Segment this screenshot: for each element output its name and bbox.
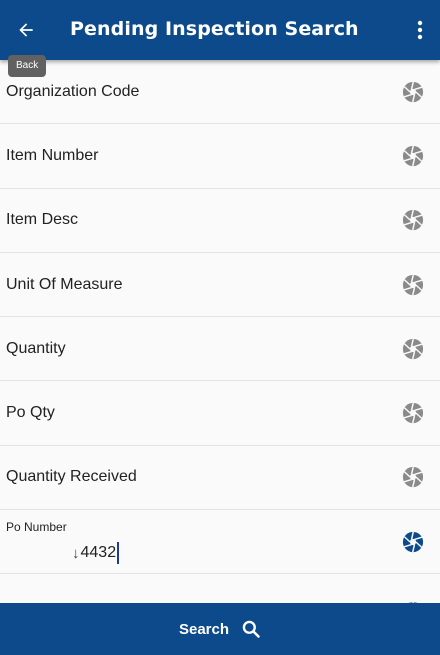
search-button-label: Search [178,620,230,638]
search-field-list: Organization Code Item Number Item Desc … [0,60,440,603]
back-button[interactable] [6,10,46,50]
field-label: Po Qty [6,404,55,422]
shutter-scan-icon[interactable] [402,338,424,360]
field-label: Item Number [6,146,99,164]
overflow-menu-button[interactable] [406,12,434,48]
field-row-item-number[interactable]: Item Number [0,124,440,189]
search-icon [242,620,260,638]
text-cursor [117,542,120,565]
shutter-scan-icon[interactable] [402,402,424,424]
field-row-organization-code[interactable]: Organization Code [0,60,440,125]
field-row-quantity-received[interactable]: Quantity Received [0,445,440,511]
po-number-input[interactable]: ↓ 4432 [72,540,120,566]
shutter-scan-icon[interactable] [402,145,424,167]
shutter-scan-icon[interactable] [402,81,424,103]
shutter-scan-icon[interactable] [402,274,424,296]
field-label: Organization Code [6,82,140,100]
po-number-label: Po Number [6,520,67,535]
page-title: Pending Inspection Search [70,18,359,40]
field-row-po-number[interactable]: Po Number ↓ 4432 [0,510,440,575]
field-label: Unit Of Measure [6,275,123,293]
app-bar: Pending Inspection Search [0,0,440,60]
more-vertical-icon [417,20,423,40]
shutter-scan-icon[interactable] [402,466,424,488]
field-row-item-desc[interactable]: Item Desc [0,188,440,253]
field-row-po-qty[interactable]: Po Qty [0,381,440,446]
po-number-value: 4432 [80,544,117,562]
field-label: Quantity Received [6,468,137,486]
field-row-unit-of-measure[interactable]: Unit Of Measure [0,252,440,318]
field-row-next[interactable] [0,574,440,603]
search-button[interactable]: Search [0,603,440,655]
field-label: Quantity [6,339,66,357]
arrow-left-icon [19,23,33,37]
arrow-down-icon: ↓ [72,544,80,562]
shutter-scan-icon[interactable] [402,531,424,553]
shutter-scan-icon[interactable] [402,209,424,231]
back-tooltip: Back [8,55,47,77]
field-row-quantity[interactable]: Quantity [0,317,440,382]
field-label: Item Desc [6,211,79,229]
